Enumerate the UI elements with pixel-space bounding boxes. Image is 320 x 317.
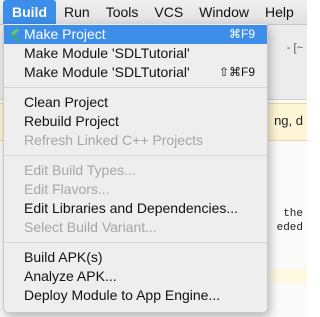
menu-window[interactable]: Window <box>191 0 257 24</box>
menu-run[interactable]: Run <box>56 0 98 24</box>
background-path-fragment: - [~ <box>286 42 303 54</box>
menu-item-analyze-apk[interactable]: Analyze APK... <box>4 267 267 286</box>
menu-item-label: Deploy Module to App Engine... <box>24 287 221 303</box>
background-highlight-stripe <box>270 269 307 283</box>
menu-item-edit-build-types: Edit Build Types... <box>4 161 267 180</box>
shortcut-label: ⇧⌘F9 <box>218 65 255 79</box>
menu-item-make-module-shortcut[interactable]: Make Module 'SDLTutorial' ⇧⌘F9 <box>4 63 267 82</box>
shortcut-label: ⌘F9 <box>228 27 255 41</box>
menu-tools[interactable]: Tools <box>98 0 147 24</box>
menu-item-label: Clean Project <box>24 94 109 110</box>
menu-item-label: Make Module 'SDLTutorial' <box>24 45 190 61</box>
menu-separator <box>4 242 267 243</box>
menu-item-select-build-variant: Select Build Variant... <box>4 218 267 237</box>
menu-item-label: Edit Libraries and Dependencies... <box>24 200 239 216</box>
menu-help[interactable]: Help <box>257 0 302 24</box>
menu-item-label: Edit Flavors... <box>24 181 110 197</box>
build-menu-dropdown: Make Project ⌘F9 Make Module 'SDLTutoria… <box>3 24 268 313</box>
background-code-line: eded <box>276 222 303 234</box>
menu-item-label: Analyze APK... <box>24 268 117 284</box>
menu-item-label: Edit Build Types... <box>24 162 136 178</box>
menu-item-make-module[interactable]: Make Module 'SDLTutorial' <box>4 44 267 63</box>
background-code-line: the <box>283 208 303 220</box>
menu-item-label: Build APK(s) <box>24 249 103 265</box>
menu-item-label: Rebuild Project <box>24 113 119 129</box>
menu-item-rebuild-project[interactable]: Rebuild Project <box>4 112 267 131</box>
menu-item-label: Make Module 'SDLTutorial' <box>24 64 190 80</box>
menu-item-deploy-module[interactable]: Deploy Module to App Engine... <box>4 286 267 305</box>
menu-separator <box>4 87 267 88</box>
menu-build[interactable]: Build <box>3 0 56 24</box>
menu-item-clean-project[interactable]: Clean Project <box>4 93 267 112</box>
menu-item-refresh-cpp-projects: Refresh Linked C++ Projects <box>4 131 267 150</box>
menu-item-label: Select Build Variant... <box>24 219 157 235</box>
menu-item-label: Make Project <box>24 26 106 42</box>
menu-item-build-apk[interactable]: Build APK(s) <box>4 248 267 267</box>
background-notice-text: ng, d <box>274 113 303 128</box>
menu-item-label: Refresh Linked C++ Projects <box>24 132 203 148</box>
menu-separator <box>4 155 267 156</box>
menu-bar: Build Run Tools VCS Window Help <box>0 0 307 25</box>
menu-vcs[interactable]: VCS <box>146 0 191 24</box>
menu-item-edit-libraries[interactable]: Edit Libraries and Dependencies... <box>4 199 267 218</box>
hammer-icon <box>9 28 22 42</box>
menu-item-make-project[interactable]: Make Project ⌘F9 <box>4 25 267 44</box>
menu-item-edit-flavors: Edit Flavors... <box>4 180 267 199</box>
